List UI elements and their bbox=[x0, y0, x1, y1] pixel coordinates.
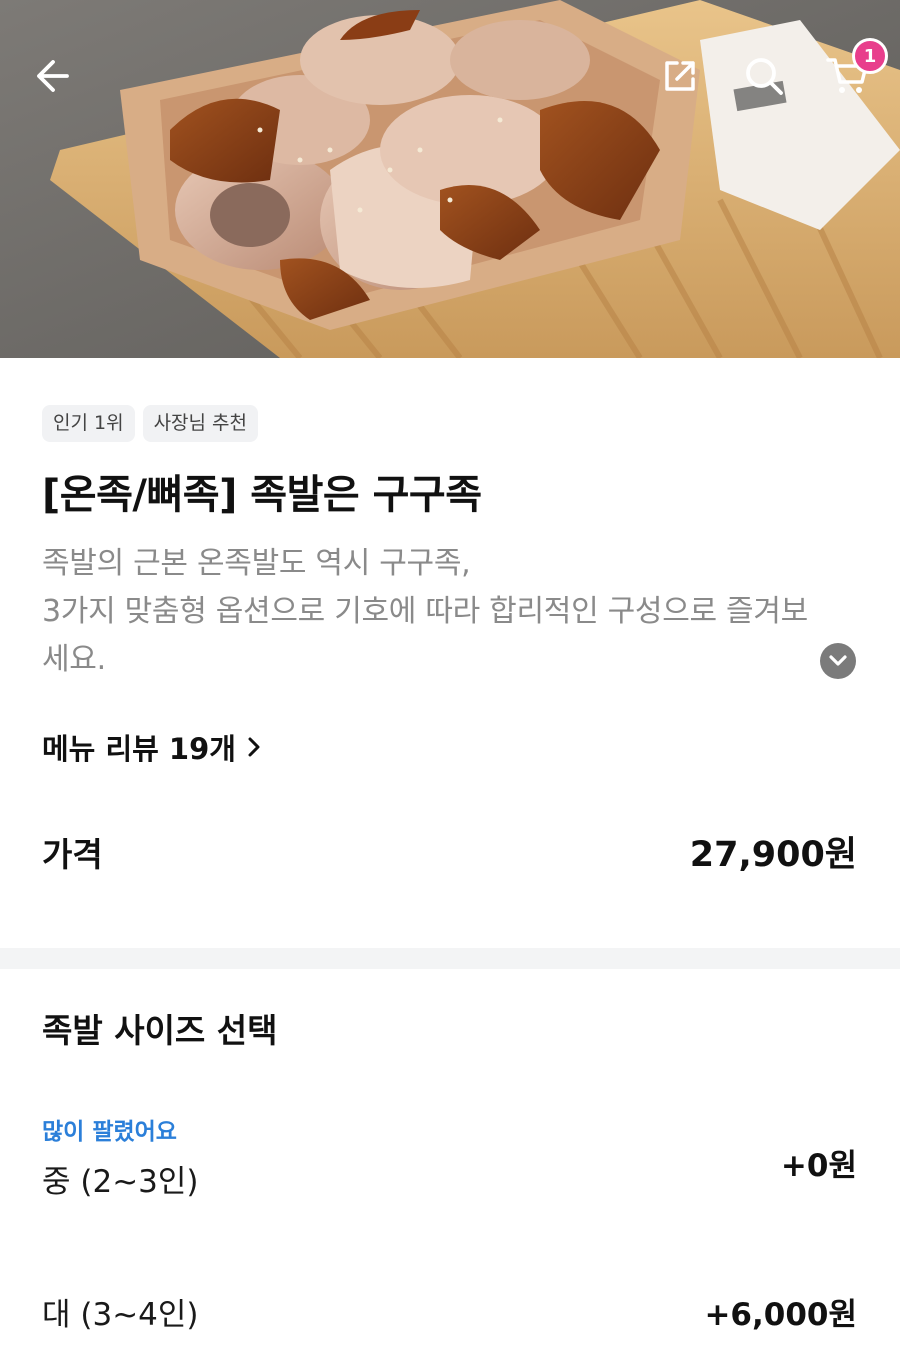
product-hero-image: 1 bbox=[0, 0, 900, 358]
description-line: 3가지 맞춤형 옵션으로 기호에 따라 합리적인 구성으로 즐겨보 bbox=[42, 594, 808, 629]
option-label: 대 (3~4인) bbox=[42, 1297, 199, 1333]
menu-review-link[interactable]: 메뉴 리뷰 19개 bbox=[42, 726, 262, 768]
share-icon bbox=[665, 61, 695, 91]
chevron-down-icon bbox=[829, 655, 847, 666]
description-line: 족발의 근본 온족발도 역시 구구족, bbox=[42, 546, 471, 581]
price-row: 가격 27,900원 bbox=[42, 826, 857, 877]
option-item-large[interactable]: 대 (3~4인) +6,000원 bbox=[42, 1285, 857, 1335]
chevron-right-icon bbox=[248, 737, 260, 757]
section-divider bbox=[0, 948, 900, 969]
product-title: [온족/뼈족] 족발은 구구족 bbox=[42, 472, 482, 518]
price-value: 27,900원 bbox=[689, 835, 857, 875]
best-seller-badge: 많이 팔렸어요 bbox=[42, 1119, 177, 1145]
description-line: 세요. bbox=[42, 642, 106, 677]
back-arrow-icon bbox=[37, 60, 69, 92]
option-label: 중 (2~3인) bbox=[42, 1164, 199, 1200]
search-icon bbox=[746, 58, 783, 95]
tag-popular: 인기 1위 bbox=[42, 405, 135, 442]
review-count-label: 메뉴 리뷰 19개 bbox=[42, 732, 236, 766]
product-description: 족발의 근본 온족발도 역시 구구족, 3가지 맞춤형 옵션으로 기호에 따라 … bbox=[42, 540, 862, 684]
search-button[interactable] bbox=[736, 48, 792, 104]
expand-description-button[interactable] bbox=[820, 643, 856, 679]
product-tags: 인기 1위 사장님 추천 bbox=[42, 405, 259, 442]
option-price: +0원 bbox=[780, 1148, 857, 1184]
tag-owner-recommend: 사장님 추천 bbox=[142, 405, 259, 442]
back-button[interactable] bbox=[24, 48, 80, 104]
share-button[interactable] bbox=[652, 48, 708, 104]
option-item-medium[interactable]: 많이 팔렸어요 중 (2~3인) +0원 bbox=[42, 1112, 857, 1202]
option-section-title: 족발 사이즈 선택 bbox=[42, 1011, 278, 1050]
cart-count-badge: 1 bbox=[852, 38, 888, 74]
option-price: +6,000원 bbox=[704, 1297, 857, 1333]
price-label: 가격 bbox=[42, 834, 103, 874]
